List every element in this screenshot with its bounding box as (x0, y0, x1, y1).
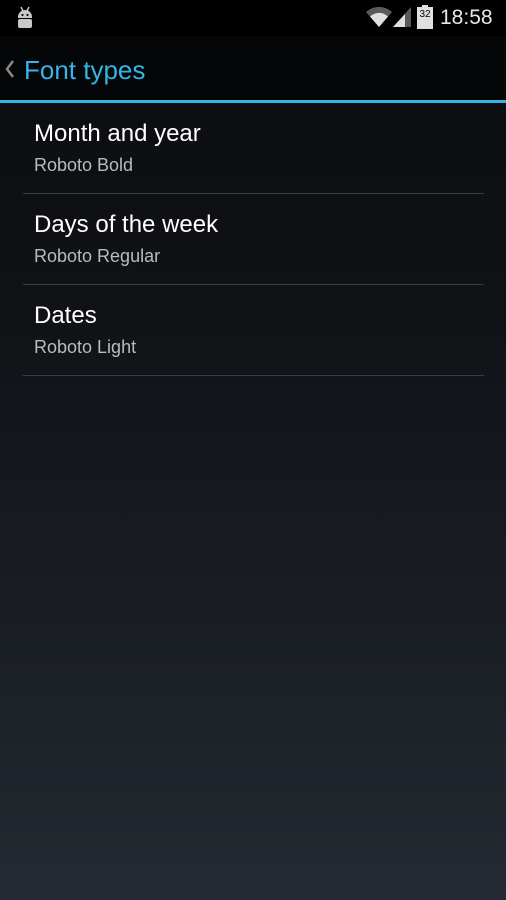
chevron-left-icon[interactable] (4, 58, 16, 80)
preference-title: Month and year (34, 120, 201, 147)
preference-summary: Roboto Light (34, 337, 137, 357)
preference-title: Days of the week (34, 211, 219, 238)
battery-level: 32 (419, 9, 431, 20)
clock: 18:58 (440, 6, 493, 29)
wifi-icon (366, 6, 392, 28)
preference-summary: Roboto Bold (34, 155, 134, 175)
android-icon (18, 6, 32, 28)
preference-summary: Roboto Regular (34, 246, 161, 266)
preference-title: Dates (34, 302, 97, 329)
page-title[interactable]: Font types (24, 53, 145, 87)
preference-item-dates[interactable]: Dates Roboto Light (23, 285, 484, 376)
preference-list: Month and year Roboto Bold Days of the w… (23, 103, 484, 376)
preference-item-month-and-year[interactable]: Month and year Roboto Bold (23, 103, 484, 194)
signal-icon (393, 7, 411, 27)
preference-item-days-of-the-week[interactable]: Days of the week Roboto Regular (23, 194, 484, 285)
status-bar: 32 18:58 (0, 0, 506, 36)
